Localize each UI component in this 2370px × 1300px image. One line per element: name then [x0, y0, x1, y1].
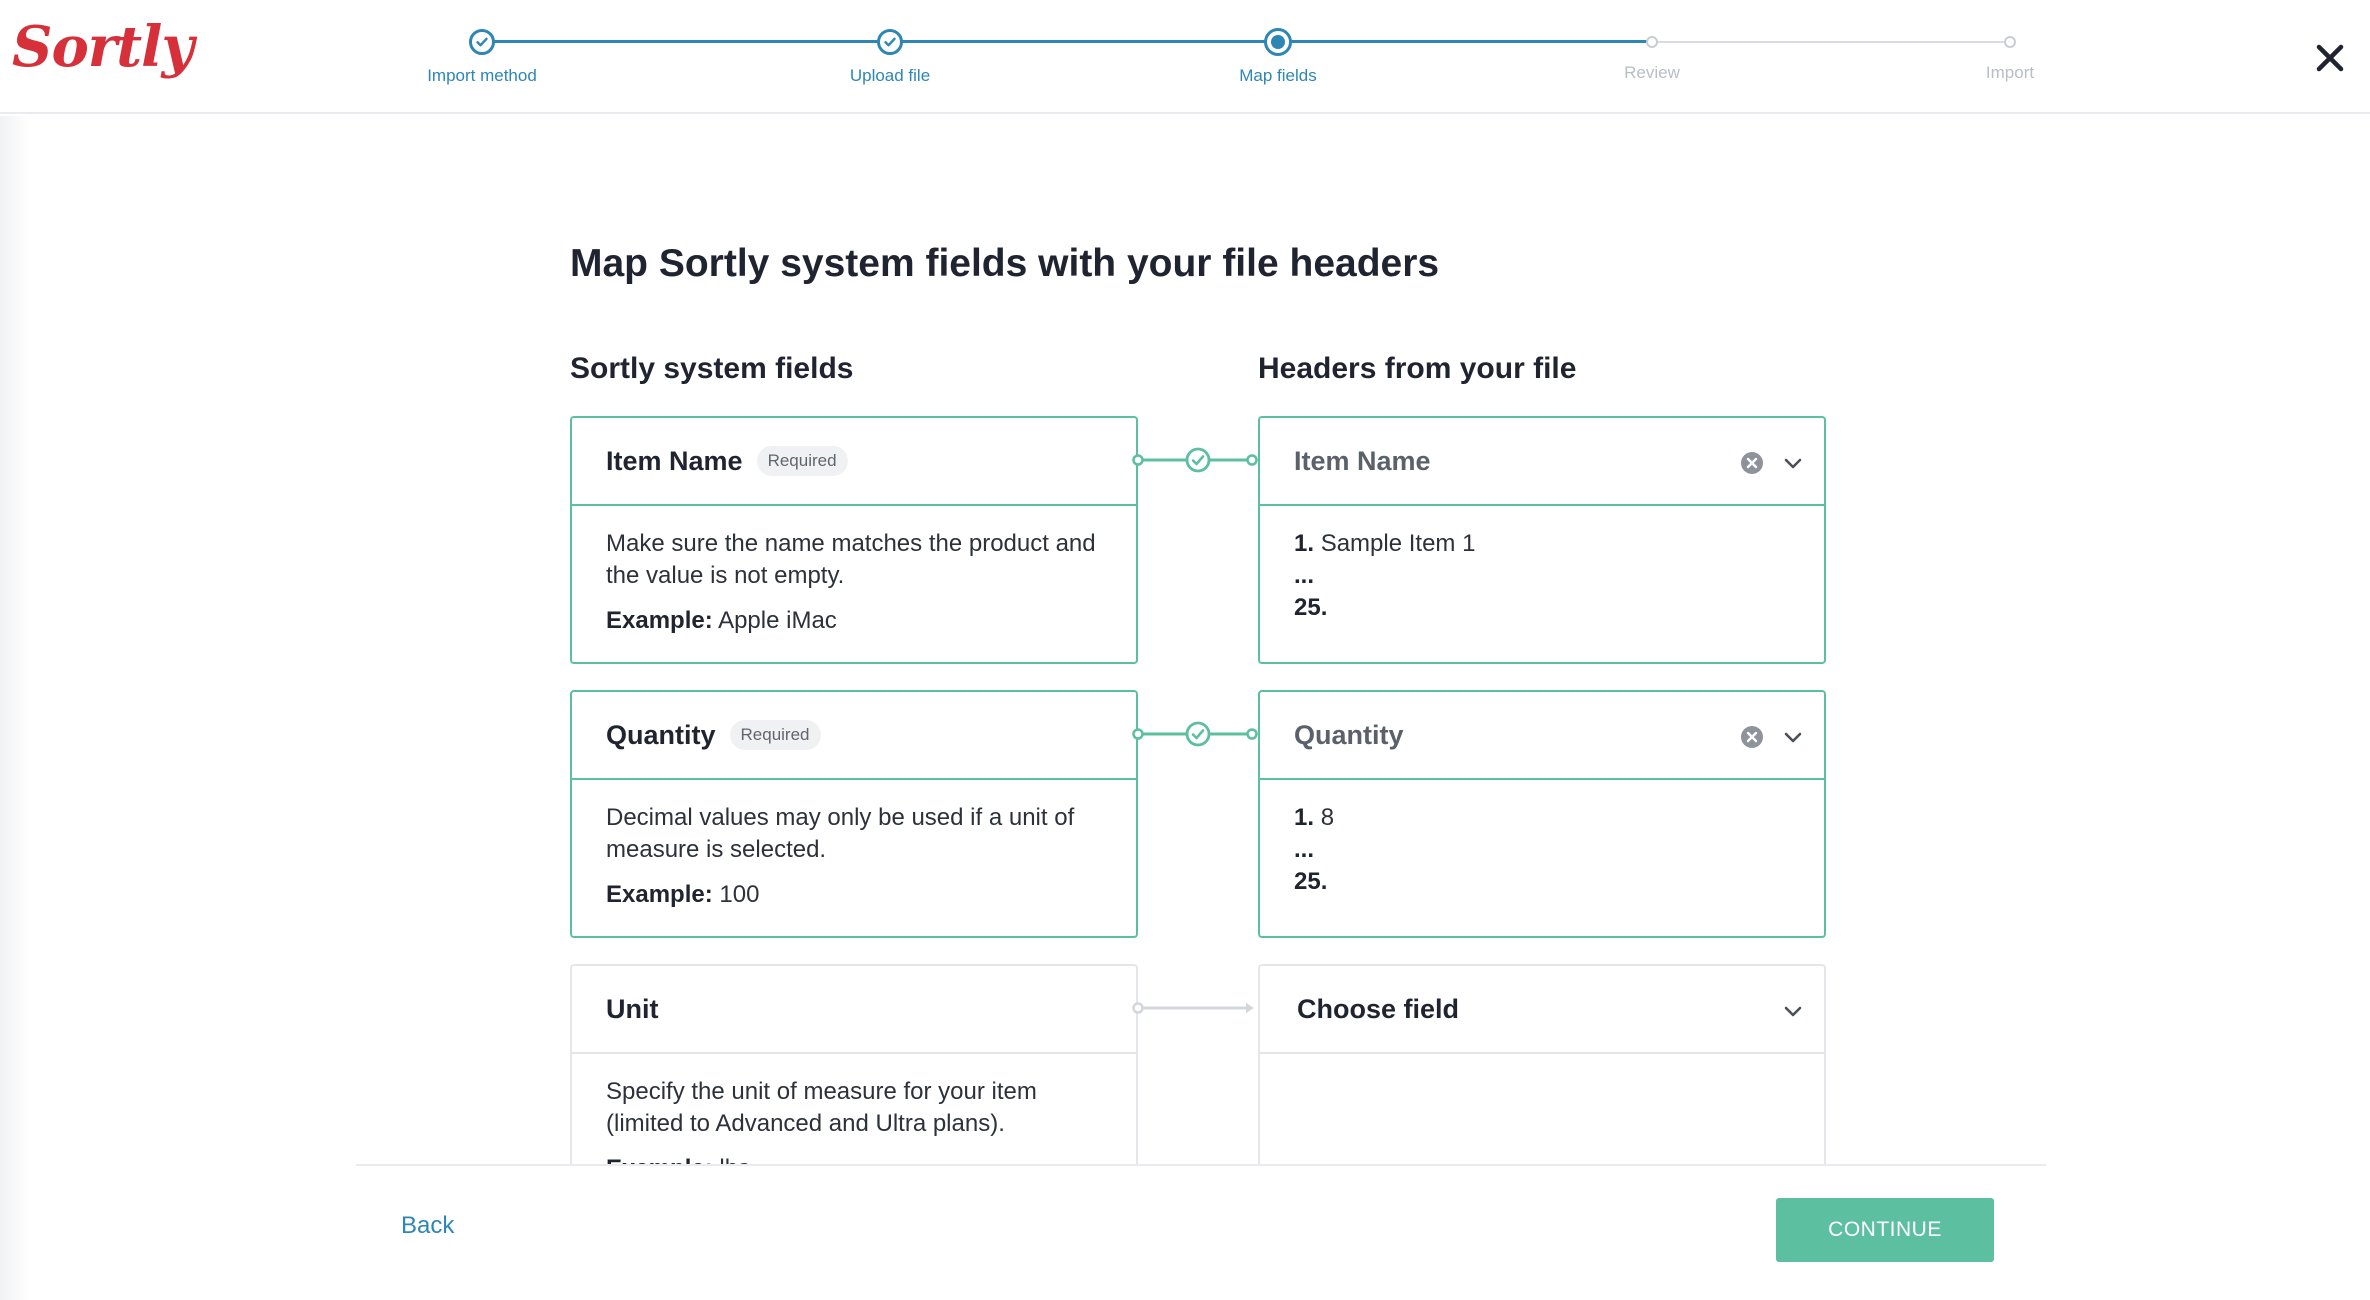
- system-field-description: Specify the unit of measure for your ite…: [572, 1054, 1136, 1164]
- step-upload-file-check-icon[interactable]: [877, 29, 903, 55]
- file-header-card-item-name: Item Name 1. Sample Item 1 ... 25.: [1258, 416, 1826, 664]
- example-value: lbs: [719, 1155, 750, 1164]
- system-field-card-item-name: Item Name Required Make sure the name ma…: [570, 416, 1138, 664]
- example-value: 100: [719, 881, 760, 908]
- footer-divider: [356, 1164, 2046, 1166]
- step-label-review: Review: [1624, 63, 1680, 82]
- file-header-select[interactable]: Quantity: [1260, 692, 1824, 780]
- system-field-name: Unit: [606, 993, 659, 1024]
- sample-value: Sample Item 1: [1320, 530, 1476, 557]
- file-header-select[interactable]: Item Name: [1260, 418, 1824, 506]
- choose-field-placeholder[interactable]: Choose field: [1297, 994, 1459, 1025]
- continue-button[interactable]: CONTINUE: [1776, 1198, 1994, 1262]
- sample-row: 1. 8: [1294, 802, 1790, 834]
- ellipsis-text: ...: [1294, 562, 1315, 589]
- unmapped-connector-arrow-icon: [1132, 1002, 1254, 1014]
- sample-row: 25.: [1294, 866, 1790, 898]
- example-label: Example:: [606, 881, 713, 908]
- file-header-card-unit: Choose field: [1258, 964, 1826, 1164]
- clear-selection-icon[interactable]: [1740, 725, 1764, 749]
- chevron-down-icon[interactable]: [1782, 1000, 1804, 1022]
- sample-row: 25.: [1294, 592, 1790, 624]
- sample-ellipsis: ...: [1294, 834, 1790, 866]
- close-icon[interactable]: [2310, 38, 2350, 78]
- stepper-line-done: [890, 40, 1278, 43]
- field-example: Example: lbs: [606, 1153, 1102, 1164]
- system-field-header: Unit: [572, 966, 1136, 1054]
- step-label-upload-file[interactable]: Upload file: [850, 66, 930, 86]
- chevron-down-icon[interactable]: [1782, 726, 1804, 748]
- sample-value: 8: [1320, 804, 1335, 831]
- sample-index: 1.: [1294, 804, 1315, 831]
- field-example: Example: 100: [606, 879, 1102, 911]
- step-label-map-fields: Map fields: [1239, 66, 1317, 85]
- file-header-select[interactable]: Choose field: [1260, 966, 1824, 1054]
- system-field-card-unit: Unit Specify the unit of measure for you…: [570, 964, 1138, 1164]
- example-value: Apple iMac: [718, 607, 837, 634]
- system-fields-heading: Sortly system fields: [570, 352, 854, 385]
- mapping-list[interactable]: Item Name Required Make sure the name ma…: [0, 400, 2370, 1164]
- selected-file-header[interactable]: Quantity: [1294, 720, 1404, 751]
- system-field-name: Quantity: [606, 719, 716, 750]
- stepper-line-todo: [1652, 41, 2010, 43]
- back-link[interactable]: Back: [401, 1212, 454, 1240]
- field-description-text: Make sure the name matches the product a…: [606, 530, 1096, 589]
- file-header-card-quantity: Quantity 1. 8 ... 25.: [1258, 690, 1826, 938]
- system-field-description: Decimal values may only be used if a uni…: [572, 780, 1136, 931]
- system-field-header: Quantity Required: [572, 692, 1136, 780]
- example-label: Example:: [606, 607, 713, 634]
- example-label: Example:: [606, 1155, 713, 1164]
- sample-index: 1.: [1294, 530, 1315, 557]
- stepper-line-done: [482, 40, 890, 43]
- step-import-method-check-icon[interactable]: [469, 29, 495, 55]
- step-label-import-method[interactable]: Import method: [427, 66, 537, 86]
- step-review-dot-icon: [1646, 36, 1658, 48]
- system-field-card-quantity: Quantity Required Decimal values may onl…: [570, 690, 1138, 938]
- step-map-fields-current-icon: [1264, 28, 1292, 56]
- page-title: Map Sortly system fields with your file …: [570, 242, 1440, 285]
- system-field-description: Make sure the name matches the product a…: [572, 506, 1136, 657]
- selected-file-header[interactable]: Item Name: [1294, 446, 1431, 477]
- required-badge: Required: [756, 446, 848, 476]
- file-header-samples: 1. Sample Item 1 ... 25.: [1260, 506, 1824, 644]
- step-label-import: Import: [1985, 63, 2035, 82]
- ellipsis-text: ...: [1294, 836, 1315, 863]
- file-header-samples: 1. 8 ... 25.: [1260, 780, 1824, 918]
- mapped-connector-check-icon: [1132, 447, 1258, 473]
- file-headers-heading: Headers from your file: [1258, 352, 1577, 385]
- sample-row: 1. Sample Item 1: [1294, 528, 1790, 560]
- mapped-connector-check-icon: [1132, 721, 1258, 747]
- top-bar: Sortly Import method Upload file Map fie…: [0, 0, 2370, 114]
- sample-ellipsis: ...: [1294, 560, 1790, 592]
- step-import-dot-icon: [2004, 36, 2016, 48]
- sample-index: 25.: [1294, 594, 1328, 621]
- import-stepper: Import method Upload file Map fields Rev…: [0, 0, 2370, 114]
- system-field-header: Item Name Required: [572, 418, 1136, 506]
- clear-selection-icon[interactable]: [1740, 451, 1764, 475]
- required-badge: Required: [729, 720, 821, 750]
- field-description-text: Specify the unit of measure for your ite…: [606, 1078, 1037, 1137]
- system-field-name: Item Name: [606, 445, 743, 476]
- stepper-line-done: [1278, 40, 1652, 43]
- sample-index: 25.: [1294, 868, 1328, 895]
- chevron-down-icon[interactable]: [1782, 452, 1804, 474]
- field-example: Example: Apple iMac: [606, 605, 1102, 637]
- field-description-text: Decimal values may only be used if a uni…: [606, 804, 1075, 863]
